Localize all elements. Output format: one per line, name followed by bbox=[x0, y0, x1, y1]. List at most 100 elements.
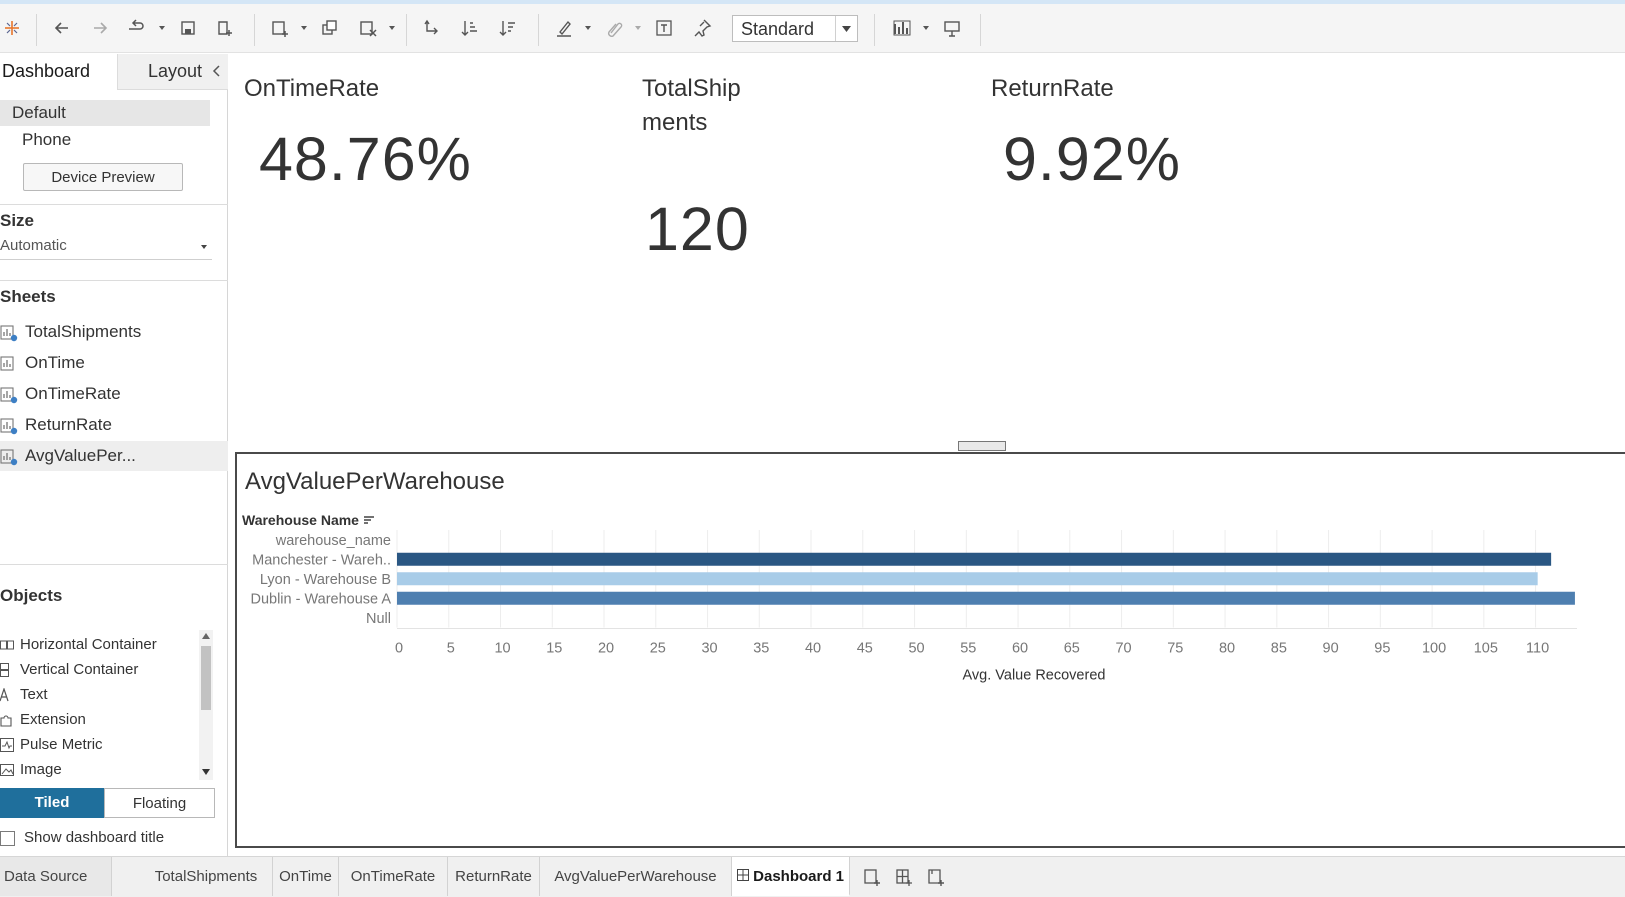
x-tick-label: 20 bbox=[598, 641, 614, 657]
x-tick-label: 50 bbox=[908, 641, 924, 657]
show-mark-labels-icon[interactable] bbox=[652, 16, 676, 40]
object-horizontal-container[interactable]: Horizontal Container bbox=[0, 634, 200, 656]
scroll-up-icon[interactable] bbox=[202, 633, 210, 639]
tab-sheet-totalshipments[interactable]: TotalShipments bbox=[140, 857, 273, 896]
kpi-value-totalshipments: 120 bbox=[645, 195, 750, 263]
x-tick-label: 90 bbox=[1323, 641, 1339, 657]
kpi-title-returnrate: ReturnRate bbox=[991, 75, 1114, 102]
chart-panel-avgvalueperwarehouse[interactable]: AvgValuePerWarehouse Warehouse Name ware… bbox=[235, 452, 1625, 848]
chevron-down-icon bbox=[835, 16, 857, 41]
pane-tabs: Dashboard Layout bbox=[0, 54, 228, 90]
new-data-source-icon[interactable] bbox=[213, 16, 237, 40]
tab-dashboard[interactable]: Dashboard bbox=[0, 54, 117, 90]
replay-caret-icon[interactable] bbox=[158, 24, 166, 32]
sheet-item-label: OnTime bbox=[25, 353, 85, 372]
undo-icon[interactable] bbox=[50, 16, 74, 40]
size-select[interactable]: Automatic bbox=[0, 234, 212, 260]
new-dashboard-icon[interactable] bbox=[894, 866, 916, 888]
sheet-item-ontimerate[interactable]: OnTimeRate bbox=[0, 379, 228, 409]
fit-select-value: Standard bbox=[741, 19, 815, 39]
tab-sheet-avgvalueperwarehouse[interactable]: AvgValuePerWarehouse bbox=[540, 857, 732, 896]
objects-scrollbar[interactable] bbox=[199, 630, 213, 780]
x-tick-label: 15 bbox=[546, 641, 562, 657]
show-dashboard-title-checkbox[interactable]: Show dashboard title bbox=[0, 828, 215, 850]
object-vertical-container[interactable]: Vertical Container bbox=[0, 659, 200, 681]
sheet-item-ontime[interactable]: OnTime bbox=[0, 348, 228, 378]
sort-descending-icon[interactable] bbox=[496, 16, 520, 40]
save-icon[interactable] bbox=[176, 16, 200, 40]
image-icon bbox=[0, 764, 14, 776]
toolbar-separator bbox=[406, 14, 407, 46]
category-label: Manchester - Wareh.. bbox=[252, 552, 391, 568]
kpi-value-ontimerate: 48.76% bbox=[259, 125, 472, 193]
device-preview-button[interactable]: Device Preview bbox=[23, 163, 183, 191]
group-caret-icon[interactable] bbox=[634, 24, 642, 32]
tab-dashboard-1[interactable]: Dashboard 1 bbox=[732, 857, 850, 896]
scroll-down-icon[interactable] bbox=[202, 769, 210, 775]
tableau-logo-icon[interactable] bbox=[0, 16, 24, 40]
collapse-pane-icon[interactable] bbox=[210, 62, 224, 80]
sheet-item-avgvalueperwarehouse[interactable]: AvgValuePer... bbox=[0, 441, 228, 471]
dashboard-tab-icon bbox=[736, 869, 749, 881]
device-option-default[interactable]: Default bbox=[0, 100, 210, 126]
highlight-caret-icon[interactable] bbox=[584, 24, 592, 32]
sheet-item-label: AvgValuePer... bbox=[25, 446, 136, 465]
new-worksheet-caret-icon[interactable] bbox=[300, 24, 308, 32]
x-tick-label: 95 bbox=[1374, 641, 1390, 657]
object-extension[interactable]: Extension bbox=[0, 709, 200, 731]
sheet-item-totalshipments[interactable]: TotalShipments bbox=[0, 317, 228, 347]
tiled-button[interactable]: Tiled bbox=[0, 788, 104, 818]
object-label: Horizontal Container bbox=[20, 636, 157, 653]
x-tick-label: 40 bbox=[805, 641, 821, 657]
sheet-item-returnrate[interactable]: ReturnRate bbox=[0, 410, 228, 440]
x-tick-label: 0 bbox=[395, 641, 403, 657]
x-tick-label: 45 bbox=[857, 641, 873, 657]
x-tick-label: 25 bbox=[650, 641, 666, 657]
show-me-caret-icon[interactable] bbox=[922, 24, 930, 32]
device-option-phone[interactable]: Phone bbox=[22, 130, 71, 150]
tab-sheet-returnrate[interactable]: ReturnRate bbox=[448, 857, 540, 896]
vertical-container-icon bbox=[0, 663, 9, 677]
show-me-icon[interactable] bbox=[890, 16, 914, 40]
group-members-icon[interactable] bbox=[602, 16, 626, 40]
tab-data-source[interactable]: Data Source bbox=[0, 857, 112, 896]
text-icon bbox=[0, 688, 9, 702]
object-label: Extension bbox=[20, 711, 86, 728]
redo-icon[interactable] bbox=[88, 16, 112, 40]
x-tick-label: 30 bbox=[701, 641, 717, 657]
presentation-mode-icon[interactable] bbox=[940, 16, 964, 40]
object-pulse-metric[interactable]: Pulse Metric bbox=[0, 734, 200, 756]
tab-label: Dashboard 1 bbox=[753, 868, 845, 885]
x-tick-label: 55 bbox=[960, 641, 976, 657]
replay-icon[interactable] bbox=[124, 16, 148, 40]
swap-rows-columns-icon[interactable] bbox=[420, 16, 444, 40]
sort-ascending-icon[interactable] bbox=[458, 16, 482, 40]
clear-sheet-icon[interactable] bbox=[356, 16, 380, 40]
horizontal-container-icon bbox=[0, 640, 14, 650]
category-label: Dublin - Warehouse A bbox=[250, 591, 391, 607]
clear-caret-icon[interactable] bbox=[388, 24, 396, 32]
object-image[interactable]: Image bbox=[0, 759, 200, 781]
x-tick-label: 110 bbox=[1526, 641, 1549, 657]
tab-sheet-ontimerate[interactable]: OnTimeRate bbox=[339, 857, 448, 896]
toolbar-separator bbox=[36, 14, 37, 46]
fit-select[interactable]: Standard bbox=[732, 15, 858, 42]
chart-title: AvgValuePerWarehouse bbox=[245, 468, 505, 495]
objects-list: Horizontal Container Vertical Container … bbox=[0, 634, 215, 784]
highlight-icon[interactable] bbox=[552, 16, 576, 40]
floating-button[interactable]: Floating bbox=[104, 788, 215, 818]
new-story-icon[interactable] bbox=[926, 866, 948, 888]
scroll-thumb[interactable] bbox=[201, 646, 211, 710]
new-worksheet-icon[interactable] bbox=[268, 16, 292, 40]
duplicate-icon[interactable] bbox=[318, 16, 342, 40]
object-text[interactable]: Text bbox=[0, 684, 200, 706]
chevron-down-icon bbox=[201, 245, 207, 249]
fix-axes-icon[interactable] bbox=[690, 16, 714, 40]
bar bbox=[397, 572, 1538, 586]
tab-sheet-ontime[interactable]: OnTime bbox=[273, 857, 339, 896]
container-resize-handle[interactable] bbox=[958, 441, 1006, 451]
new-worksheet-icon[interactable] bbox=[862, 866, 884, 888]
checkbox[interactable] bbox=[0, 831, 15, 846]
x-tick-label: 5 bbox=[447, 641, 455, 657]
toolbar-separator bbox=[874, 14, 875, 46]
